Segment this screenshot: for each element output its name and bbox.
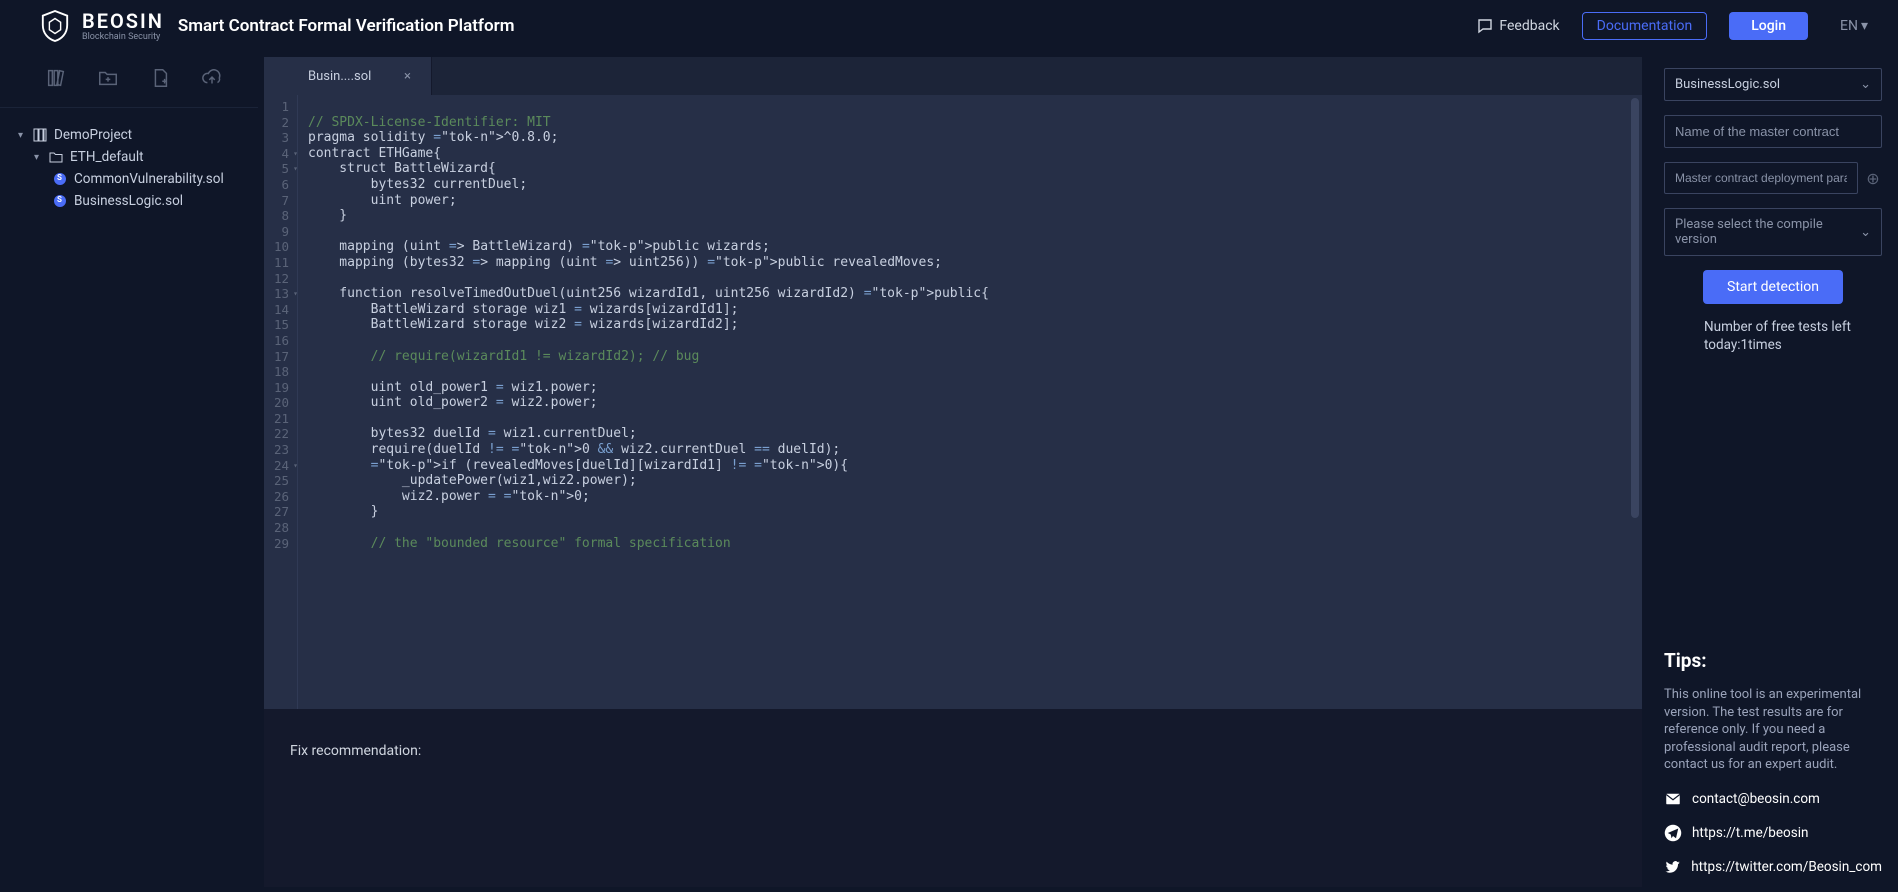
chevron-down-icon: ⌄ xyxy=(1860,225,1871,240)
editor-area: Busin....sol × 1234567891011121314151617… xyxy=(264,57,1642,887)
tab-active[interactable]: Busin....sol × xyxy=(264,57,432,95)
brand-logo: BEOSIN Blockchain Security xyxy=(40,9,164,43)
tree-project-row[interactable]: ▾ DemoProject xyxy=(0,124,258,146)
code-content[interactable]: // SPDX-License-Identifier: MITpragma so… xyxy=(298,95,1642,709)
app-title: Smart Contract Formal Verification Platf… xyxy=(178,16,515,36)
tree-project-label: DemoProject xyxy=(54,127,132,143)
sidebar-toolbar xyxy=(0,52,258,108)
app-header: BEOSIN Blockchain Security Smart Contrac… xyxy=(0,0,1898,52)
caret-down-icon: ▾ xyxy=(34,152,42,163)
contact-twitter-text: https://twitter.com/Beosin_com xyxy=(1691,859,1882,875)
scrollbar[interactable] xyxy=(1631,98,1639,518)
twitter-icon xyxy=(1664,858,1681,876)
telegram-icon xyxy=(1664,824,1682,842)
fix-panel-title: Fix recommendation: xyxy=(290,743,421,759)
master-contract-input[interactable] xyxy=(1664,115,1882,148)
language-selector[interactable]: EN ▾ xyxy=(1830,18,1878,34)
file-select-value: BusinessLogic.sol xyxy=(1675,77,1780,92)
sidebar: ▾ DemoProject ▾ ETH_default CommonVulner… xyxy=(0,52,258,892)
new-file-icon[interactable] xyxy=(149,67,171,93)
brand-name: BEOSIN xyxy=(82,11,164,31)
documentation-button[interactable]: Documentation xyxy=(1582,12,1708,40)
editor-tabs: Busin....sol × xyxy=(264,57,1642,95)
contact-telegram[interactable]: https://t.me/beosin xyxy=(1664,824,1882,842)
folder-icon xyxy=(48,151,64,163)
chevron-down-icon: ▾ xyxy=(1861,18,1868,34)
free-tests-label: Number of free tests left today:1times xyxy=(1664,318,1882,354)
tree-file-common[interactable]: CommonVulnerability.sol xyxy=(0,168,258,190)
start-detection-button[interactable]: Start detection xyxy=(1703,270,1843,304)
new-folder-icon[interactable] xyxy=(97,67,119,93)
contact-twitter[interactable]: https://twitter.com/Beosin_com xyxy=(1664,858,1882,876)
solidity-file-icon xyxy=(54,195,66,207)
login-button[interactable]: Login xyxy=(1729,12,1808,40)
mail-icon xyxy=(1664,790,1682,808)
tree-file-label: CommonVulnerability.sol xyxy=(74,171,224,187)
language-label: EN xyxy=(1840,18,1858,34)
detection-panel: BusinessLogic.sol ⌄ ⊕ Please select the … xyxy=(1648,52,1898,892)
solidity-file-icon xyxy=(54,173,66,185)
tree-file-label: BusinessLogic.sol xyxy=(74,193,183,209)
line-gutter: 1234567891011121314151617181920212223242… xyxy=(264,95,298,709)
chevron-down-icon: ⌄ xyxy=(1860,77,1871,92)
library-icon[interactable] xyxy=(45,67,67,93)
add-param-icon[interactable]: ⊕ xyxy=(1864,169,1882,188)
tree-folder-label: ETH_default xyxy=(70,149,144,165)
close-icon[interactable]: × xyxy=(404,69,411,84)
tab-label: Busin....sol xyxy=(308,69,371,84)
brand-tagline: Blockchain Security xyxy=(82,33,164,42)
fix-recommendation-panel: Fix recommendation: xyxy=(264,717,1642,887)
feedback-link[interactable]: Feedback xyxy=(1477,18,1559,34)
caret-down-icon: ▾ xyxy=(18,130,26,141)
cloud-upload-icon[interactable] xyxy=(201,67,223,93)
tips-heading: Tips: xyxy=(1664,649,1882,672)
compile-version-select[interactable]: Please select the compile version ⌄ xyxy=(1664,208,1882,256)
code-editor[interactable]: 1234567891011121314151617181920212223242… xyxy=(264,95,1642,709)
project-icon xyxy=(32,128,48,142)
feedback-label: Feedback xyxy=(1499,18,1559,34)
contact-email[interactable]: contact@beosin.com xyxy=(1664,790,1882,808)
contact-email-text: contact@beosin.com xyxy=(1692,791,1820,807)
chat-icon xyxy=(1477,18,1493,34)
deployment-params-input[interactable] xyxy=(1664,162,1858,194)
file-select[interactable]: BusinessLogic.sol ⌄ xyxy=(1664,68,1882,101)
tips-body: This online tool is an experimental vers… xyxy=(1664,686,1882,774)
contact-telegram-text: https://t.me/beosin xyxy=(1692,825,1808,841)
file-tree: ▾ DemoProject ▾ ETH_default CommonVulner… xyxy=(0,108,258,228)
shield-icon xyxy=(40,9,70,43)
compile-select-placeholder: Please select the compile version xyxy=(1675,217,1860,247)
tree-folder-row[interactable]: ▾ ETH_default xyxy=(0,146,258,168)
tree-file-business[interactable]: BusinessLogic.sol xyxy=(0,190,258,212)
